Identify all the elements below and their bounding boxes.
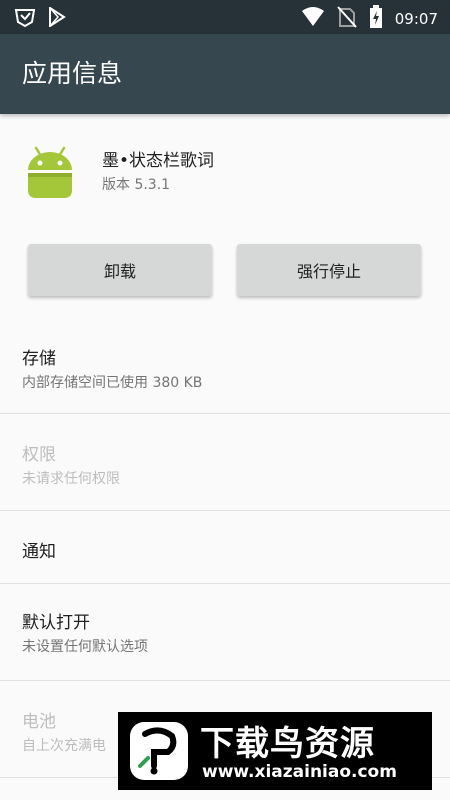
list-item-notifications[interactable]: 通知 [0,511,450,583]
list-item-permissions[interactable]: 权限 未请求任何权限 [0,414,450,510]
app-bar: 应用信息 [0,34,450,114]
watermark-banner: 下载鸟资源 www.xiazainiao.com [118,712,432,790]
app-version: 版本 5.3.1 [102,177,171,193]
app-name: 墨•状态栏歌词 [102,151,215,171]
list-item-subtitle: 内部存储空间已使用 380 KB [22,375,203,391]
battery-charging-icon [369,5,383,33]
list-item-subtitle: 自上次充满电 [22,738,106,754]
play-store-icon [48,6,66,31]
list-item-open-by-default[interactable]: 默认打开 未设置任何默认选项 [0,584,450,680]
page-title: 应用信息 [22,59,123,88]
watermark-title: 下载鸟资源 [200,724,375,764]
watermark-url: www.xiazainiao.com [202,762,397,782]
list-item-title: 默认打开 [22,613,90,633]
watermark-logo-icon [130,722,188,780]
no-sim-icon [337,6,357,32]
clock: 09:07 [394,10,438,28]
list-item-subtitle: 未设置任何默认选项 [22,639,148,655]
app-header: 墨•状态栏歌词 版本 5.3.1 [0,114,450,224]
status-bar: 09:07 [0,0,450,34]
list-item-title: 权限 [22,445,56,465]
list-item-title: 通知 [22,542,56,562]
uninstall-button[interactable]: 卸载 [28,244,212,296]
app-notification-icon [14,6,36,32]
list-item-subtitle: 未请求任何权限 [22,471,120,487]
android-icon [22,144,78,200]
list-item-title: 电池 [22,712,56,732]
list-item-title: 存储 [22,349,56,369]
wifi-icon [301,7,325,31]
list-item-storage[interactable]: 存储 内部存储空间已使用 380 KB [0,322,450,414]
force-stop-button[interactable]: 强行停止 [237,244,421,296]
